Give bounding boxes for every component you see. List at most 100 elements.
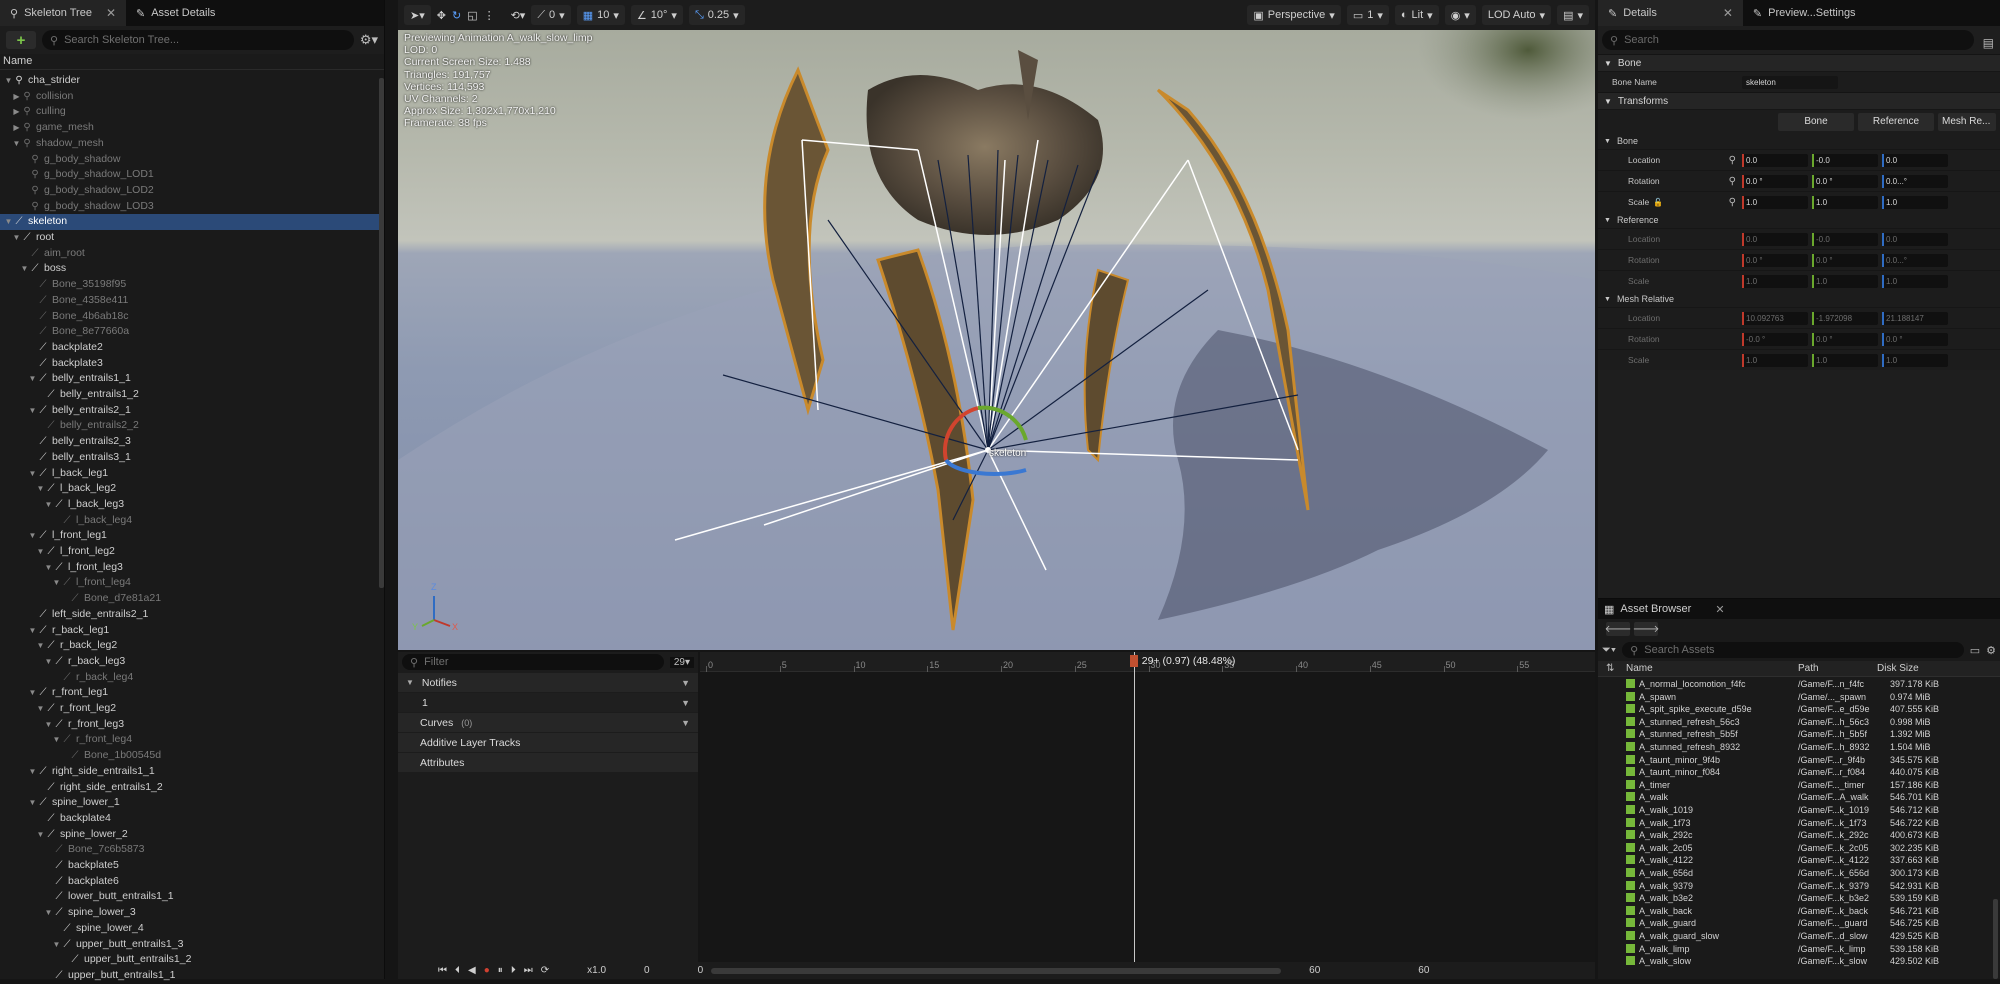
value-z-field[interactable]: 0.0 xyxy=(1882,153,1948,167)
grid-snap-button[interactable]: ▦ 10 ▾ xyxy=(576,5,625,25)
tree-row[interactable]: ⚲ g_body_shadow_LOD1 xyxy=(0,167,382,183)
tab-preview-settings[interactable]: ✎ Preview...Settings xyxy=(1743,0,1866,26)
tree-row[interactable]: ⟋ backplate2 xyxy=(0,340,382,356)
expand-arrow-icon[interactable]: ▼ xyxy=(28,466,37,482)
tree-row[interactable]: ⚲ g_body_shadow_LOD3 xyxy=(0,199,382,215)
expand-arrow-icon[interactable]: ▼ xyxy=(52,937,61,953)
tab-details[interactable]: ✎ Details ✕ xyxy=(1598,0,1743,26)
playhead-handle[interactable] xyxy=(1129,655,1138,667)
details-search-input[interactable]: ⚲ Search xyxy=(1602,30,1974,50)
asset-search-input[interactable]: ⚲ Search Assets xyxy=(1622,642,1964,658)
bone-name-field[interactable]: skeleton xyxy=(1742,75,1838,89)
column-disk-size[interactable]: Disk Size xyxy=(1877,663,1919,674)
tree-row[interactable]: ⚲ g_body_shadow xyxy=(0,152,382,168)
asset-row[interactable]: A_walk/Game/F...A_walk 546.701 KiB xyxy=(1598,791,1993,804)
reset-icon[interactable]: ⚲ xyxy=(1729,197,1736,208)
expand-arrow-icon[interactable]: ▼ xyxy=(12,230,21,246)
add-button[interactable]: + xyxy=(6,31,36,49)
tree-row[interactable]: ⟋ backplate4 xyxy=(0,811,382,827)
tree-row[interactable]: ▶ ⚲ collision xyxy=(0,89,382,105)
tree-row[interactable]: ⟋ aim_root xyxy=(0,246,382,262)
tree-row[interactable]: ▼ ⟋ l_back_leg1 xyxy=(0,466,382,482)
asset-row[interactable]: A_walk_guard_slow/Game/F...d_slow 429.525… xyxy=(1598,930,1993,943)
tree-row[interactable]: ▼ ⟋ r_back_leg1 xyxy=(0,623,382,639)
tree-row[interactable]: ⟋ backplate6 xyxy=(0,874,382,890)
record-icon[interactable]: ● xyxy=(484,965,490,976)
select-tool-button[interactable]: ➤▾ xyxy=(404,5,431,25)
expand-arrow-icon[interactable]: ▼ xyxy=(28,371,37,387)
column-path[interactable]: Path xyxy=(1789,663,1877,674)
track-notifies[interactable]: ▼ Notifies ▼ xyxy=(398,673,698,692)
value-x-field[interactable]: 0.0 ° xyxy=(1742,174,1808,188)
expand-arrow-icon[interactable]: ▼ xyxy=(44,905,53,921)
asset-row[interactable]: A_walk_slow/Game/F...k_slow 429.502 KiB xyxy=(1598,955,1993,968)
tree-row[interactable]: ▼ ⟋ root xyxy=(0,230,382,246)
tree-row[interactable]: ⚲ g_body_shadow_LOD2 xyxy=(0,183,382,199)
track-additive-layers[interactable]: Additive Layer Tracks xyxy=(398,733,698,752)
tree-row[interactable]: ▼ ⟋ l_back_leg2 xyxy=(0,481,382,497)
tree-row[interactable]: ⟋ backplate5 xyxy=(0,858,382,874)
chevron-down-icon[interactable]: ▼ xyxy=(681,678,690,688)
space-reference-button[interactable]: Reference xyxy=(1858,112,1934,131)
expand-arrow-icon[interactable]: ▼ xyxy=(4,73,13,89)
space-mesh-relative-button[interactable]: Mesh Re... xyxy=(1938,112,1996,131)
expand-arrow-icon[interactable]: ▼ xyxy=(44,497,53,513)
expand-arrow-icon[interactable]: ▼ xyxy=(4,214,13,230)
expand-arrow-icon[interactable]: ▼ xyxy=(28,623,37,639)
expand-arrow-icon[interactable]: ▼ xyxy=(52,732,61,748)
playhead[interactable] xyxy=(1133,652,1135,964)
tree-row[interactable]: ▼ ⟋ boss xyxy=(0,261,382,277)
chevron-down-icon[interactable]: ▼ xyxy=(681,698,690,708)
skeleton-search-input[interactable]: ⚲ Search Skeleton Tree... xyxy=(42,30,354,50)
layout-dropdown[interactable]: ▤ ▾ xyxy=(1557,5,1589,25)
value-z-field[interactable]: 0.0...° xyxy=(1882,174,1948,188)
scale-icon[interactable]: ◱ xyxy=(467,9,477,22)
space-bone-button[interactable]: Bone xyxy=(1778,112,1854,131)
loop-icon[interactable]: ⟳ xyxy=(541,965,549,976)
expand-arrow-icon[interactable]: ▼ xyxy=(28,528,37,544)
angle-snap-button[interactable]: ∠ 10° ▾ xyxy=(630,5,683,25)
tree-row[interactable]: ⟋ upper_butt_entrails1_2 xyxy=(0,952,382,968)
track-attributes[interactable]: Attributes xyxy=(398,753,698,772)
asset-row[interactable]: A_stunned_refresh_56c3/Game/F...h_56c3 0.… xyxy=(1598,716,1993,729)
collapse-arrow-icon[interactable]: ▶ xyxy=(12,120,21,136)
expand-arrow-icon[interactable]: ▼ xyxy=(28,685,37,701)
tree-row[interactable]: ▼ ⟋ r_back_leg2 xyxy=(0,638,382,654)
tree-row[interactable]: ▼ ⟋ spine_lower_3 xyxy=(0,905,382,921)
close-icon[interactable]: ✕ xyxy=(106,6,116,20)
transform-group-header[interactable]: ▼ Bone xyxy=(1598,133,2000,149)
column-name[interactable]: Name xyxy=(1626,663,1789,674)
pause-icon[interactable]: ⏸ xyxy=(498,965,503,976)
tree-row[interactable]: ▼ ⚲ shadow_mesh xyxy=(0,136,382,152)
tree-row[interactable]: ▼ ⟋ belly_entrails1_1 xyxy=(0,371,382,387)
rotate-icon[interactable]: ↻ xyxy=(452,9,461,22)
tree-row[interactable]: ⟋ r_back_leg4 xyxy=(0,670,382,686)
lighting-dropdown[interactable]: ◐ Lit ▾ xyxy=(1394,5,1439,25)
gear-icon[interactable]: ⚙▾ xyxy=(360,32,378,48)
back-button[interactable]: 🡐 xyxy=(1605,622,1631,636)
tree-scrollbar[interactable] xyxy=(379,78,384,588)
tree-row[interactable]: ▶ ⚲ game_mesh xyxy=(0,120,382,136)
value-y-field[interactable]: 1.0 xyxy=(1812,195,1878,209)
tree-row[interactable]: ⟋ Bone_7c6b5873 xyxy=(0,842,382,858)
move-icon[interactable]: ✥ xyxy=(437,9,446,22)
asset-row[interactable]: A_walk_b3e2/Game/F...k_b3e2 539.159 KiB xyxy=(1598,892,1993,905)
asset-row[interactable]: A_walk_656d/Game/F...k_656d 300.173 KiB xyxy=(1598,867,1993,880)
asset-row[interactable]: A_spit_spike_execute_d59e/Game/F...e_d59… xyxy=(1598,703,1993,716)
view-options-icon[interactable]: ▤ xyxy=(1983,36,1994,50)
to-start-icon[interactable]: ⏮ xyxy=(438,965,447,976)
playback-speed[interactable]: x1.0 xyxy=(587,965,606,976)
value-z-field[interactable]: 1.0 xyxy=(1882,195,1948,209)
asset-row[interactable]: A_walk_4122/Game/F...k_4122 337.663 KiB xyxy=(1598,854,1993,867)
tree-row[interactable]: ▼ ⟋ l_front_leg3 xyxy=(0,560,382,576)
asset-row[interactable]: A_timer/Game/F..._timer 157.186 KiB xyxy=(1598,779,1993,792)
asset-row[interactable]: A_stunned_refresh_5b5f/Game/F...h_5b5f 1.… xyxy=(1598,728,1993,741)
range-scrollbar[interactable] xyxy=(711,967,1282,974)
tree-row[interactable]: ⟋ belly_entrails2_3 xyxy=(0,434,382,450)
asset-scrollbar[interactable] xyxy=(1993,899,1998,979)
asset-browser-tab[interactable]: ▦ Asset Browser ✕ xyxy=(1598,599,2000,619)
track-curves[interactable]: Curves (0) ▼ xyxy=(398,713,698,732)
tree-row[interactable]: ▼ ⟋ spine_lower_2 xyxy=(0,827,382,843)
reset-icon[interactable]: ⚲ xyxy=(1729,155,1736,166)
scale-snap-button[interactable]: ⤡ 0.25 ▾ xyxy=(688,5,745,25)
